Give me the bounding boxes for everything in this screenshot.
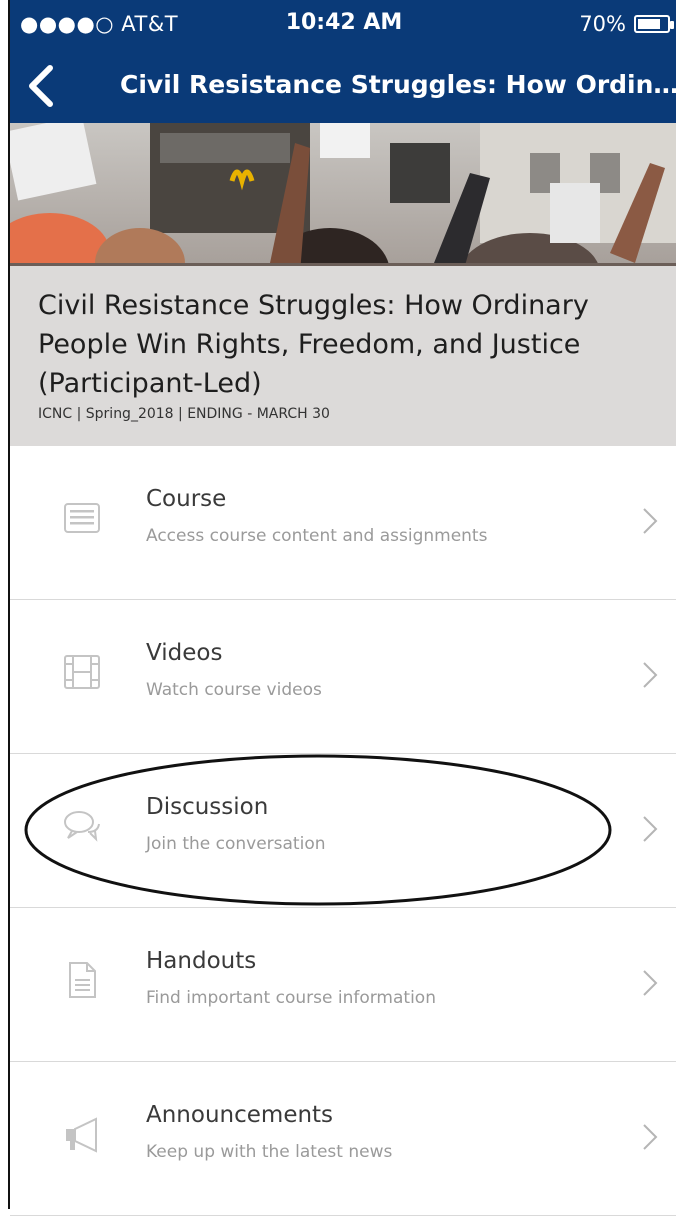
clock: 10:42 AM [285,10,403,35]
course-title: Civil Resistance Struggles: How Ordinary… [38,290,589,399]
battery-percent: 70% [579,12,626,36]
status-bar: ●●●●○ AT&T 10:42 AM 70% [10,0,676,52]
nav-bar: Civil Resistance Struggles: How Ordin… [10,52,676,123]
app-frame: ●●●●○ AT&T 10:42 AM 70% Civil Resistance… [8,0,676,1216]
menu-item-discussion[interactable]: Discussion Join the conversation [10,754,676,908]
page-title: Civil Resistance Struggles: How Ordin… [120,70,676,99]
menu-item-label: Announcements [146,1102,334,1128]
course-menu: Course Access course content and assignm… [10,446,676,1216]
course-subtitle: ICNC | Spring_2018 | ENDING - MARCH 30 [38,406,330,422]
menu-item-announcements[interactable]: Announcements Keep up with the latest ne… [10,1062,676,1216]
menu-item-label: Course [146,486,227,512]
list-icon [64,503,100,533]
chat-bubbles-icon [64,811,100,842]
top-bar: ●●●●○ AT&T 10:42 AM 70% Civil Resistance… [10,0,676,123]
menu-item-description: Access course content and assignments [146,526,488,546]
battery-icon [634,15,674,33]
menu-item-label: Handouts [146,948,257,974]
chevron-right-icon [643,1124,658,1150]
menu-item-description: Watch course videos [146,680,322,700]
film-icon [64,655,100,689]
menu-item-description: Keep up with the latest news [146,1142,393,1162]
megaphone-icon [66,1117,97,1153]
menu-item-description: Join the conversation [146,834,326,854]
menu-item-description: Find important course information [146,988,436,1008]
chevron-right-icon [643,662,658,688]
chevron-right-icon [643,816,658,842]
menu-item-videos[interactable]: Videos Watch course videos [10,600,676,754]
menu-item-handouts[interactable]: Handouts Find important course informati… [10,908,676,1062]
chevron-right-icon [643,508,658,534]
back-button[interactable] [22,62,62,110]
menu-item-label: Discussion [146,794,269,820]
menu-item-label: Videos [146,640,223,666]
back-chevron-icon [29,65,53,107]
battery-status: 70% [579,12,674,36]
course-banner: Civil Resistance Struggles: How Ordinary… [10,123,676,446]
document-icon [69,962,96,998]
chevron-right-icon [643,970,658,996]
menu-item-course[interactable]: Course Access course content and assignm… [10,446,676,600]
